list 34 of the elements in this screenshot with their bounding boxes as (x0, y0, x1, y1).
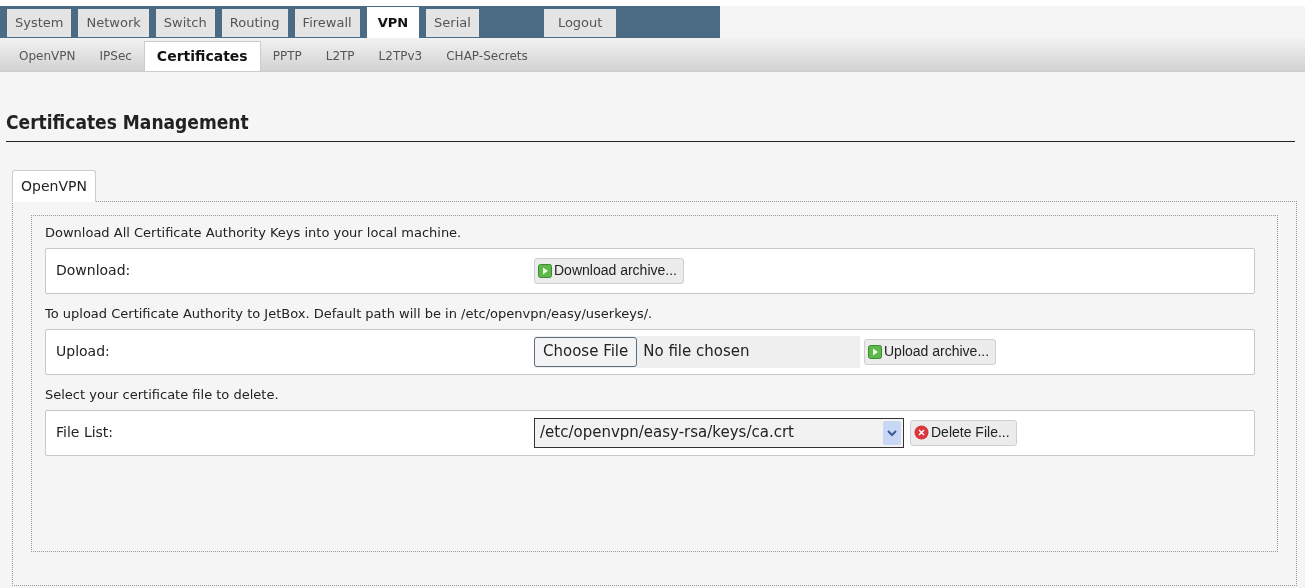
sub-tab[interactable]: L2TPv3 (366, 41, 435, 71)
field-label: Download: (55, 261, 132, 280)
play-icon (868, 344, 882, 359)
section-description: Download All Certificate Authority Keys into your local machine. (45, 223, 463, 242)
page-heading: Certificates Management (6, 108, 1295, 142)
sub-tab[interactable]: L2TP (313, 41, 367, 71)
sub-tab[interactable]: Certificates (143, 41, 261, 71)
action-button[interactable]: Delete File... (910, 419, 1017, 446)
sub-tab[interactable]: IPSec (87, 41, 144, 71)
file-select[interactable]: /etc/openvpn/easy-rsa/keys/ca.crt (534, 417, 904, 448)
play-icon (538, 263, 552, 278)
field-label: Upload: (55, 342, 111, 361)
action-button[interactable]: Upload archive... (864, 338, 997, 365)
main-tab[interactable]: Routing (221, 9, 288, 37)
field-label: File List: (55, 423, 115, 442)
dropdown-icon (883, 420, 901, 445)
file-status: No file chosen (643, 341, 750, 363)
delete-icon (914, 425, 929, 440)
section-description: Select your certificate file to delete. (45, 385, 280, 404)
main-tab[interactable]: VPN (366, 7, 420, 38)
main-tab[interactable]: Network (78, 9, 149, 37)
main-tab[interactable]: Serial (426, 9, 479, 37)
main-tab[interactable]: Firewall (294, 9, 360, 37)
main-tab[interactable]: Switch (155, 9, 215, 37)
choose-file-button[interactable]: Choose File (534, 336, 638, 367)
sub-tab[interactable]: OpenVPN (7, 41, 88, 71)
file-input[interactable]: Choose File No file chosen (534, 335, 860, 368)
sub-tab[interactable]: PPTP (260, 41, 314, 71)
panel-tab[interactable]: OpenVPN (12, 169, 96, 202)
action-button[interactable]: Download archive... (534, 257, 684, 284)
main-tab[interactable]: System (7, 9, 72, 37)
logout-tab[interactable]: Logout (543, 9, 617, 37)
section-description: To upload Certificate Authority to JetBox. Default path will be in /etc/openvpn/easy/userkeys/. (45, 304, 654, 323)
sub-tab[interactable]: CHAP-Secrets (434, 41, 540, 71)
